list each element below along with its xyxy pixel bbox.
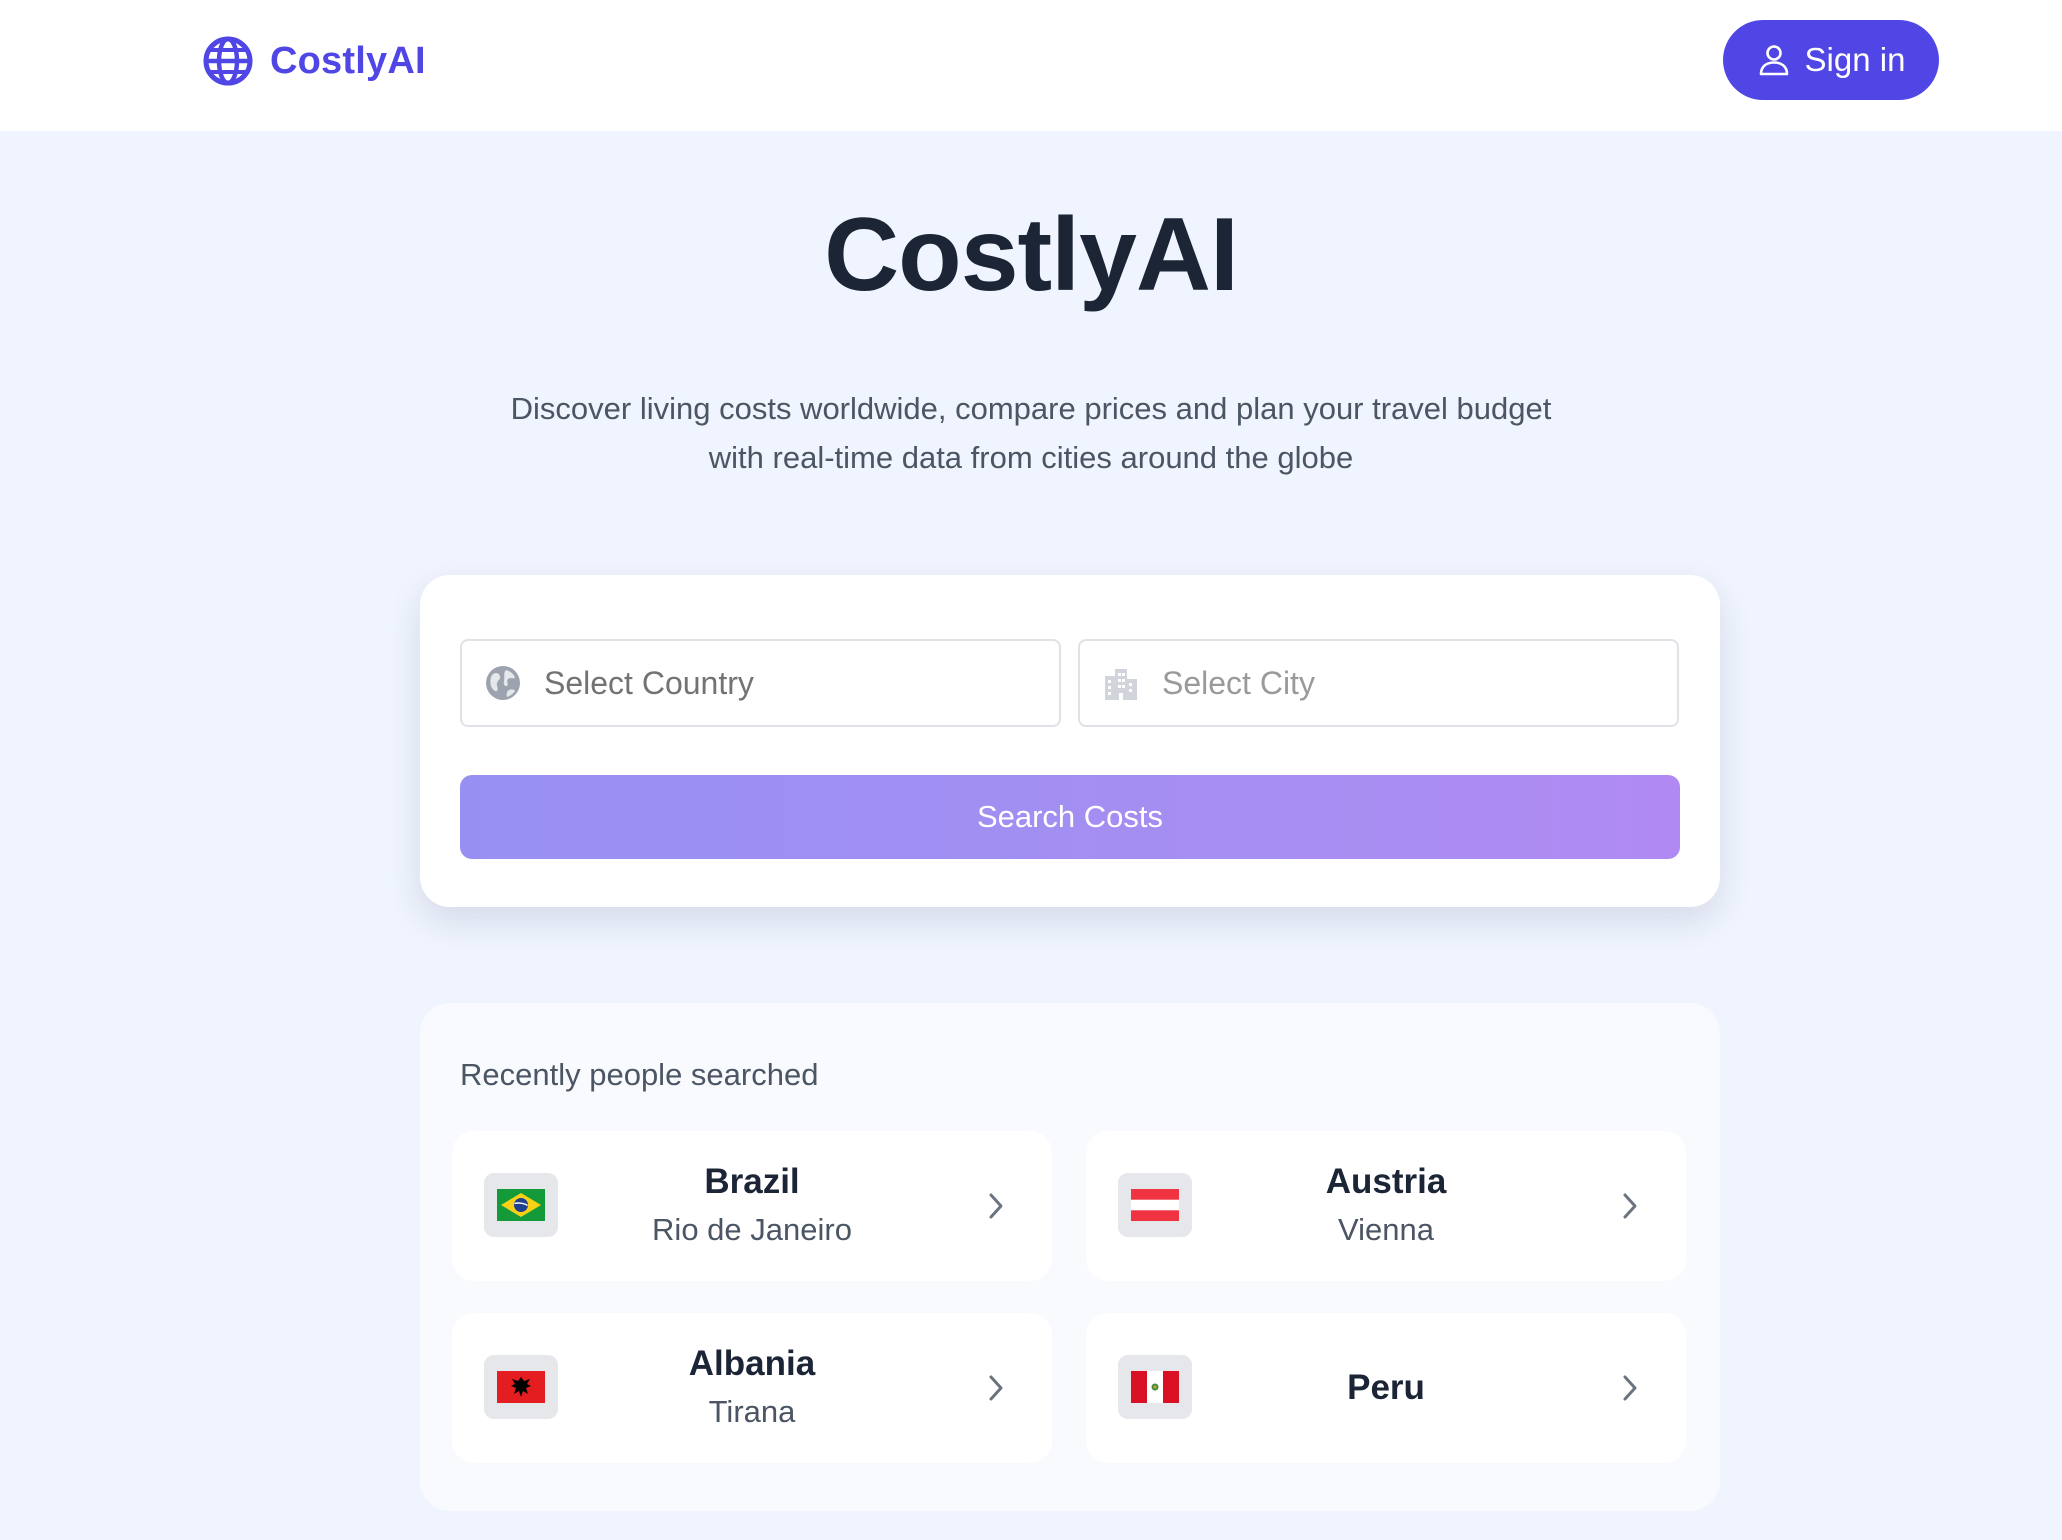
city-select-placeholder: Select City bbox=[1162, 664, 1315, 701]
hero-subtitle-line-2: with real-time data from cities around t… bbox=[708, 440, 1354, 475]
search-card: Select Country Select City Search Costs bbox=[420, 575, 1720, 907]
recent-search-card-albania[interactable]: Albania Tirana bbox=[452, 1313, 1052, 1463]
earth-icon bbox=[486, 666, 520, 700]
flag-badge bbox=[1118, 1173, 1192, 1237]
chevron-right-icon bbox=[1623, 1193, 1637, 1219]
albania-flag-icon bbox=[497, 1371, 545, 1403]
brand-name: CostlyAI bbox=[270, 39, 426, 82]
brand-logo[interactable]: CostlyAI bbox=[202, 35, 426, 87]
search-costs-button[interactable]: Search Costs bbox=[460, 775, 1680, 859]
destination-city: Tirana bbox=[708, 1394, 796, 1429]
country-select-placeholder: Select Country bbox=[544, 664, 754, 701]
peru-flag-icon bbox=[1131, 1371, 1179, 1403]
brazil-flag-icon bbox=[497, 1189, 545, 1221]
destination-city: Vienna bbox=[1338, 1212, 1434, 1247]
hero-title: CostlyAI bbox=[824, 197, 1239, 313]
recent-searches-title: Recently people searched bbox=[460, 1057, 819, 1092]
user-icon bbox=[1759, 45, 1788, 76]
destination-text: Albania Tirana bbox=[572, 1313, 932, 1463]
flag-badge bbox=[484, 1355, 558, 1419]
city-buildings-icon bbox=[1105, 669, 1137, 700]
chevron-right-icon bbox=[989, 1193, 1003, 1219]
chevron-right-icon bbox=[1623, 1375, 1637, 1401]
recent-searches-panel: Recently people searched Brazil Rio de J… bbox=[420, 1003, 1720, 1511]
destination-country: Albania bbox=[688, 1344, 816, 1383]
destination-country: Brazil bbox=[704, 1162, 800, 1201]
city-select[interactable]: Select City bbox=[1078, 639, 1679, 727]
austria-flag-icon bbox=[1131, 1189, 1179, 1221]
recent-search-card-brazil[interactable]: Brazil Rio de Janeiro bbox=[452, 1131, 1052, 1281]
destination-text: Brazil Rio de Janeiro bbox=[572, 1131, 932, 1281]
hero-subtitle: Discover living costs worldwide, compare… bbox=[431, 384, 1631, 482]
destination-country: Austria bbox=[1325, 1162, 1447, 1201]
top-navigation-bar: CostlyAI Sign in bbox=[0, 0, 2062, 131]
destination-city: Rio de Janeiro bbox=[652, 1212, 852, 1247]
chevron-right-icon bbox=[989, 1375, 1003, 1401]
recent-search-card-peru[interactable]: Peru bbox=[1086, 1313, 1686, 1463]
flag-badge bbox=[484, 1173, 558, 1237]
hero-subtitle-line-1: Discover living costs worldwide, compare… bbox=[510, 391, 1552, 426]
sign-in-label: Sign in bbox=[1804, 41, 1906, 78]
destination-text: Austria Vienna bbox=[1206, 1131, 1566, 1281]
recent-search-card-austria[interactable]: Austria Vienna bbox=[1086, 1131, 1686, 1281]
destination-text: Peru bbox=[1206, 1313, 1566, 1463]
sign-in-button[interactable]: Sign in bbox=[1723, 20, 1939, 100]
flag-badge bbox=[1118, 1355, 1192, 1419]
globe-icon bbox=[203, 36, 253, 86]
country-select[interactable]: Select Country bbox=[460, 639, 1061, 727]
destination-country: Peru bbox=[1347, 1368, 1425, 1407]
